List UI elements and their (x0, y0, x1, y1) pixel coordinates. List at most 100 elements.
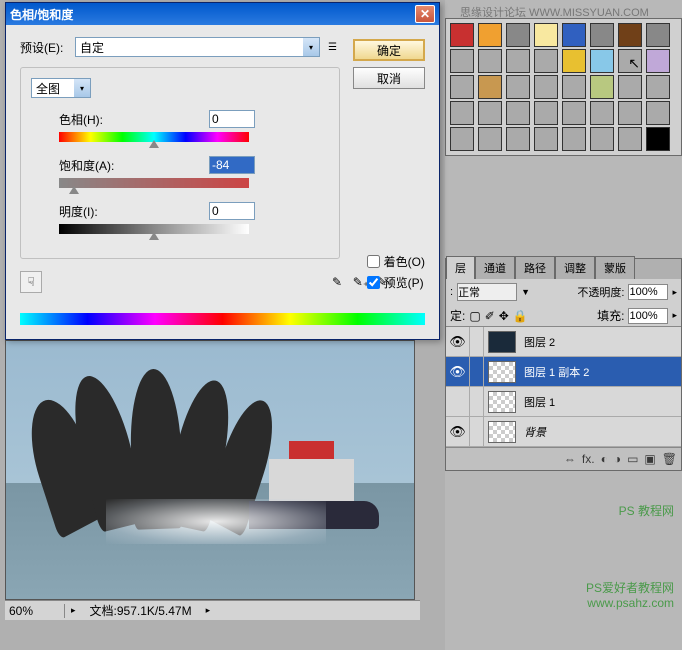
swatch[interactable] (562, 49, 586, 73)
swatch[interactable] (534, 127, 558, 151)
tab-channels[interactable]: 通道 (475, 256, 515, 279)
layer-name[interactable]: 图层 2 (520, 334, 555, 350)
swatch[interactable] (562, 127, 586, 151)
swatch[interactable] (534, 75, 558, 99)
zoom-arrow-icon[interactable]: ▸ (71, 605, 76, 616)
chevron-down-icon[interactable]: ▾ (303, 38, 319, 56)
swatch[interactable] (646, 127, 670, 151)
opacity-input[interactable] (628, 284, 668, 300)
trash-icon[interactable]: 🗑 (662, 452, 677, 466)
swatch[interactable] (646, 75, 670, 99)
swatch[interactable] (562, 23, 586, 47)
swatch[interactable] (646, 101, 670, 125)
link-layers-icon[interactable]: ⇔ (564, 452, 576, 466)
preset-menu-icon[interactable]: ☰ (328, 42, 337, 53)
swatch[interactable] (534, 101, 558, 125)
swatch[interactable] (450, 127, 474, 151)
swatch[interactable] (534, 23, 558, 47)
preset-select[interactable]: 自定 ▾ (75, 37, 320, 57)
new-layer-icon[interactable]: ▣ (644, 452, 655, 466)
tab-adjustments[interactable]: 调整 (555, 256, 595, 279)
eyedropper-icon[interactable]: ✎ (327, 272, 347, 292)
swatch[interactable] (562, 101, 586, 125)
swatch[interactable] (450, 49, 474, 73)
visibility-toggle[interactable]: 👁 (446, 327, 470, 356)
swatch[interactable] (618, 23, 642, 47)
tab-paths[interactable]: 路径 (515, 256, 555, 279)
lock-pixels-icon[interactable]: ✐ (485, 309, 495, 323)
swatch[interactable] (590, 23, 614, 47)
range-select[interactable]: 全图 ▾ (31, 78, 91, 98)
preview-checkbox[interactable] (367, 276, 380, 289)
saturation-slider[interactable] (59, 178, 249, 188)
swatch[interactable] (646, 23, 670, 47)
layer-name[interactable]: 图层 1 (520, 394, 555, 410)
mask-icon[interactable]: ◐ (601, 452, 608, 466)
swatch[interactable] (506, 49, 530, 73)
slider-thumb[interactable] (149, 140, 159, 148)
lock-all-icon[interactable]: 🔒 (513, 309, 528, 323)
layer-row[interactable]: 👁 图层 2 (446, 327, 681, 357)
blend-mode-select[interactable] (457, 283, 517, 301)
lightness-input[interactable] (209, 202, 255, 220)
swatch[interactable] (618, 75, 642, 99)
layer-name[interactable]: 图层 1 副本 2 (520, 364, 589, 380)
lock-position-icon[interactable]: ✥ (499, 309, 509, 323)
swatch[interactable] (450, 101, 474, 125)
chevron-down-icon[interactable]: ▾ (74, 79, 90, 97)
chevron-down-icon[interactable]: ▼ (521, 287, 530, 297)
swatch[interactable] (590, 127, 614, 151)
cancel-button[interactable]: 取消 (353, 67, 425, 89)
swatch[interactable] (534, 49, 558, 73)
tab-layers[interactable]: 层 (446, 256, 475, 279)
ok-button[interactable]: 确定 (353, 39, 425, 61)
layer-thumbnail[interactable] (488, 421, 516, 443)
swatch[interactable] (478, 23, 502, 47)
swatch[interactable] (450, 23, 474, 47)
visibility-toggle[interactable] (446, 387, 470, 416)
saturation-input[interactable] (209, 156, 255, 174)
tab-masks[interactable]: 蒙版 (595, 256, 635, 279)
slider-thumb[interactable] (69, 186, 79, 194)
swatch[interactable] (506, 127, 530, 151)
fill-input[interactable] (628, 308, 668, 324)
targeted-adjust-icon[interactable]: ☟ (20, 271, 42, 293)
swatch[interactable] (646, 49, 670, 73)
group-icon[interactable]: ▭ (627, 452, 638, 466)
layer-thumbnail[interactable] (488, 391, 516, 413)
adjustment-icon[interactable]: ◑ (614, 452, 621, 466)
doc-arrow-icon[interactable]: ▸ (206, 605, 211, 616)
swatch[interactable] (618, 101, 642, 125)
layer-row[interactable]: 👁 背景 (446, 417, 681, 447)
close-icon[interactable]: ✕ (415, 5, 435, 23)
lightness-slider[interactable] (59, 224, 249, 234)
swatch[interactable] (562, 75, 586, 99)
fx-icon[interactable]: fx. (582, 452, 595, 466)
visibility-toggle[interactable]: 👁 (446, 417, 470, 446)
fill-flyout-icon[interactable]: ▸ (672, 310, 677, 321)
swatch[interactable] (478, 75, 502, 99)
swatch[interactable] (478, 127, 502, 151)
dialog-titlebar[interactable]: 色相/饱和度 ✕ (6, 3, 439, 25)
hue-slider[interactable] (59, 132, 249, 142)
visibility-toggle[interactable]: 👁 (446, 357, 470, 386)
layer-thumbnail[interactable] (488, 331, 516, 353)
lock-transparent-icon[interactable]: ▢ (469, 309, 480, 323)
layer-name[interactable]: 背景 (520, 424, 546, 440)
zoom-level[interactable]: 60% (5, 604, 65, 618)
hue-input[interactable] (209, 110, 255, 128)
swatch[interactable] (506, 23, 530, 47)
swatch[interactable] (478, 49, 502, 73)
layer-row[interactable]: 图层 1 (446, 387, 681, 417)
slider-thumb[interactable] (149, 232, 159, 240)
layer-row[interactable]: 👁 图层 1 副本 2 (446, 357, 681, 387)
document-canvas[interactable] (5, 340, 415, 600)
swatch[interactable] (478, 101, 502, 125)
swatch[interactable] (590, 75, 614, 99)
swatch[interactable] (450, 75, 474, 99)
colorize-checkbox[interactable] (367, 255, 380, 268)
swatch[interactable] (590, 49, 614, 73)
layer-thumbnail[interactable] (488, 361, 516, 383)
swatch[interactable] (506, 75, 530, 99)
swatch[interactable] (506, 101, 530, 125)
